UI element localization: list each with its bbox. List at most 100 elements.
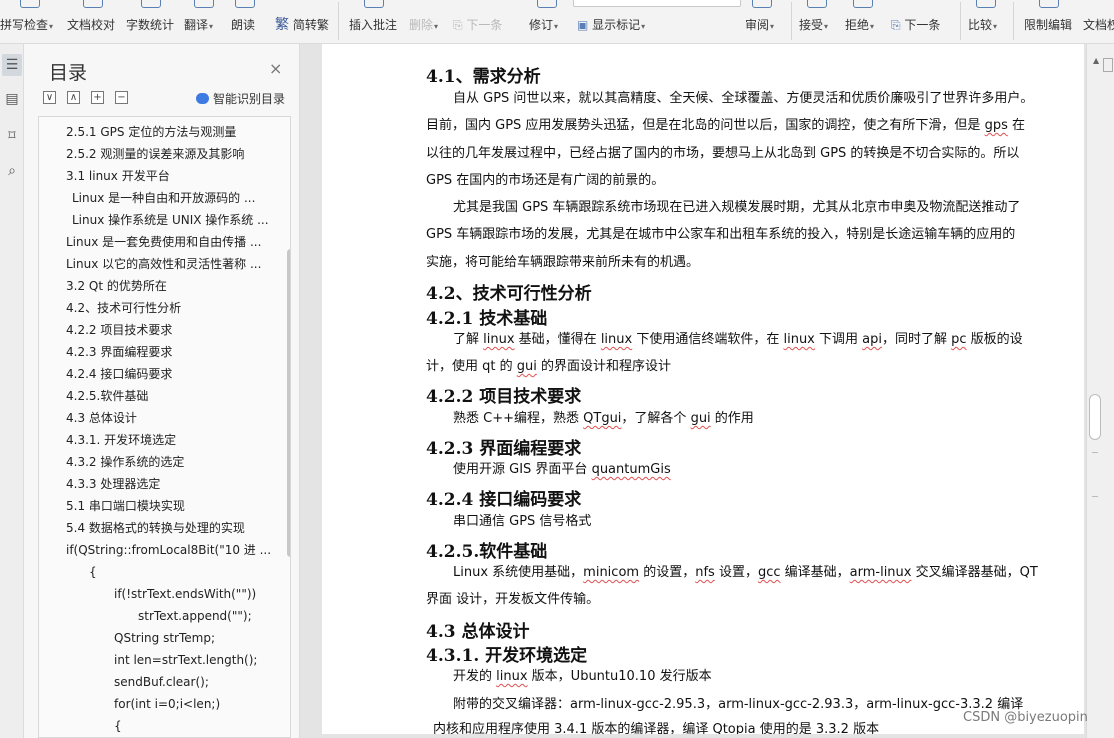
heading-4-2-1: 4.2.1 技术基础 [426, 309, 548, 329]
page-thumbnail-icon[interactable] [1103, 58, 1113, 72]
document-page[interactable]: 4.1、需求分析 自从 GPS 问世以来，就以其高精度、全天候、全球覆盖、方便灵… [322, 44, 1084, 734]
watermark: CSDN @biyezuopin [963, 710, 1088, 725]
toc-item[interactable]: if(QString::fromLocal8Bit("10 进 ... [66, 540, 270, 560]
scroll-up-arrow-icon[interactable]: ▲ [1093, 56, 1099, 65]
toc-item[interactable]: 3.2 Qt 的优势所在 [66, 276, 167, 296]
toc-title: 目录 [49, 62, 88, 84]
toc-item[interactable]: Linux 是一套免费使用和自由传播 ... [66, 232, 270, 252]
toc-item[interactable]: 4.3 总体设计 [66, 408, 137, 428]
paragraph-line: 以往的几年发展过程中，已经占据了国内的市场，要想马上从北岛到 GPS 的转换是不… [426, 146, 1020, 161]
accept-icon [807, 0, 827, 8]
toc-item[interactable]: Linux 以它的高效性和灵活性著称 ... [66, 254, 270, 274]
toc-item[interactable]: 5.4 数据格式的转换与处理的实现 [66, 518, 245, 538]
close-icon[interactable]: × [269, 59, 282, 78]
show-marks-button[interactable]: ▣ 显示标记▾ [577, 0, 657, 43]
toc-item[interactable]: 4.2、技术可行性分析 [66, 298, 181, 318]
ribbon-separator [960, 2, 961, 40]
read-aloud-button[interactable]: 朗读 [231, 0, 259, 43]
add-item-button[interactable]: + [91, 91, 104, 104]
spell-check-button[interactable]: 拼写检查▾ [0, 0, 60, 43]
collapse-all-button[interactable]: ∨ [43, 91, 56, 104]
toc-item[interactable]: for(int i=0;i<len;) [114, 694, 220, 714]
paragraph-line: 附带的交叉编译器：arm-linux-gcc-2.95.3，arm-linux-… [453, 697, 1024, 712]
toc-item[interactable]: QString strTemp; [114, 628, 215, 648]
toc-scrollbar[interactable] [287, 249, 290, 557]
toc-item[interactable]: int len=strText.length(); [114, 650, 257, 670]
ribbon-toolbar: 拼写检查▾ 文档校对 字数统计 翻译▾ 朗读 繁 简转繁 插入批注 删除▾ ⎘ … [0, 0, 1114, 44]
toc-item[interactable]: 4.3.2 操作系统的选定 [66, 452, 184, 472]
next-change-button[interactable]: ⎘ 下一条 [891, 0, 949, 43]
toc-item[interactable]: Linux 操作系统是 UNIX 操作系统 ... [72, 210, 270, 230]
toc-list-icon[interactable]: ☰ [2, 54, 22, 76]
heading-4-2-5: 4.2.5.软件基础 [426, 542, 548, 562]
toc-list: 2.5.1 GPS 定位的方法与观测量 2.5.2 观测量的误差来源及其影响 3… [38, 116, 291, 738]
toc-item[interactable]: sendBuf.clear(); [114, 672, 209, 692]
restrict-edit-button[interactable]: 限制编辑 [1024, 0, 1074, 43]
toc-panel: 目录 × ∨ ∧ + − 智能识别目录 2.5.1 GPS 定位的方法与观测量 … [24, 44, 300, 738]
toc-tools: ∨ ∧ + − [43, 91, 128, 104]
ribbon-separator [791, 2, 792, 40]
toc-item[interactable]: 4.3.1. 开发环境选定 [66, 430, 176, 450]
simp-trad-button[interactable]: 繁 简转繁 [275, 0, 333, 42]
toc-item[interactable]: 5.1 串口端口模块实现 [66, 496, 185, 516]
scroll-mark [1092, 452, 1098, 453]
read-aloud-icon [235, 0, 255, 8]
delete-comment-button[interactable]: 删除▾ [409, 0, 445, 43]
scroll-mark [1092, 496, 1098, 497]
paragraph-line: 实施，将可能给车辆跟踪带来前所未有的机遇。 [426, 255, 700, 270]
next-change-icon: ⎘ [891, 18, 905, 32]
toc-item[interactable]: if(!strText.endsWith("")) [114, 584, 256, 604]
smart-recognize-button[interactable]: 智能识别目录 [196, 90, 285, 107]
doc-rights-button[interactable]: 文档权 [1083, 0, 1114, 43]
toc-item[interactable]: 4.3.3 处理器选定 [66, 474, 160, 494]
review-icon [752, 0, 772, 8]
next-comment-button[interactable]: ⎘ 下一条 [453, 0, 511, 43]
show-marks-icon: ▣ [577, 18, 593, 32]
next-page-icon: ⎘ [453, 18, 467, 32]
paragraph-line: 目前，国内 GPS 应用发展势头迅猛，但是在北岛的问世以后，国家的调控，使之有所… [426, 118, 1025, 133]
toc-item[interactable]: 3.1 linux 开发平台 [66, 166, 170, 186]
toc-item[interactable]: Linux 是一种自由和开放源码的 ... [72, 188, 270, 208]
doc-proof-button[interactable]: 文档校对 [67, 0, 119, 43]
reject-button[interactable]: 拒绝▾ [845, 0, 881, 43]
paragraph-line: GPS 在国内的市场还是有广阔的前景的。 [426, 173, 665, 188]
heading-4-2: 4.2、技术可行性分析 [426, 284, 592, 304]
translate-icon [194, 0, 214, 8]
review-button[interactable]: 审阅▾ [745, 0, 779, 43]
paragraph-line: 使用开源 GIS 界面平台 quantumGis [453, 462, 671, 477]
toc-item[interactable]: 4.2.4 接口编码要求 [66, 364, 172, 384]
remove-item-button[interactable]: − [115, 91, 128, 104]
search-icon[interactable]: ⌕ [2, 160, 22, 182]
revise-button[interactable]: 修订▾ [529, 0, 565, 43]
toc-item[interactable]: 4.2.5.软件基础 [66, 386, 148, 406]
lock-icon [1039, 0, 1059, 8]
paragraph-line: 内核和应用程序使用 3.4.1 版本的编译器，编译 Qtopia 使用的是 3.… [433, 722, 880, 734]
toc-item[interactable]: 4.2.3 界面编程要求 [66, 342, 172, 362]
toc-item[interactable]: 4.2.2 项目技术要求 [66, 320, 172, 340]
heading-4-1: 4.1、需求分析 [426, 67, 541, 87]
word-count-button[interactable]: 字数统计 [126, 0, 176, 43]
compare-button[interactable]: 比较▾ [968, 0, 1004, 43]
ribbon-separator [338, 2, 339, 40]
ai-icon [196, 93, 209, 104]
toc-item[interactable]: strText.append(""); [138, 606, 252, 626]
toc-item[interactable]: 2.5.2 观测量的误差来源及其影响 [66, 144, 244, 164]
toc-item[interactable]: { [89, 562, 97, 582]
insert-comment-button[interactable]: 插入批注 [349, 0, 399, 43]
bookmark-icon[interactable]: ⌑ [2, 125, 22, 147]
paragraph-line: Linux 系统使用基础，minicom 的设置，nfs 设置，gcc 编译基础… [453, 565, 1038, 580]
document-scrollbar[interactable]: ▲ [1086, 44, 1114, 738]
heading-4-2-2: 4.2.2 项目技术要求 [426, 387, 582, 407]
doc-proof-icon [83, 0, 103, 8]
trad-glyph-icon: 繁 [275, 17, 289, 33]
translate-button[interactable]: 翻译▾ [184, 0, 224, 43]
paragraph-line: 尤其是我国 GPS 车辆跟踪系统市场现在已进入规模发展时期，尤其从北京市申奥及物… [453, 200, 1021, 215]
chapter-nav-icon[interactable]: ▤ [2, 88, 22, 110]
toc-item[interactable]: { [114, 716, 122, 736]
nav-strip: ☰ ▤ ⌑ ⌕ [0, 44, 24, 738]
expand-all-button[interactable]: ∧ [67, 91, 80, 104]
toc-item[interactable]: 2.5.1 GPS 定位的方法与观测量 [66, 122, 236, 142]
paragraph-line: 开发的 linux 版本，Ubuntu10.10 发行版本 [453, 669, 712, 684]
scroll-thumb[interactable] [1089, 394, 1101, 440]
accept-button[interactable]: 接受▾ [799, 0, 835, 43]
